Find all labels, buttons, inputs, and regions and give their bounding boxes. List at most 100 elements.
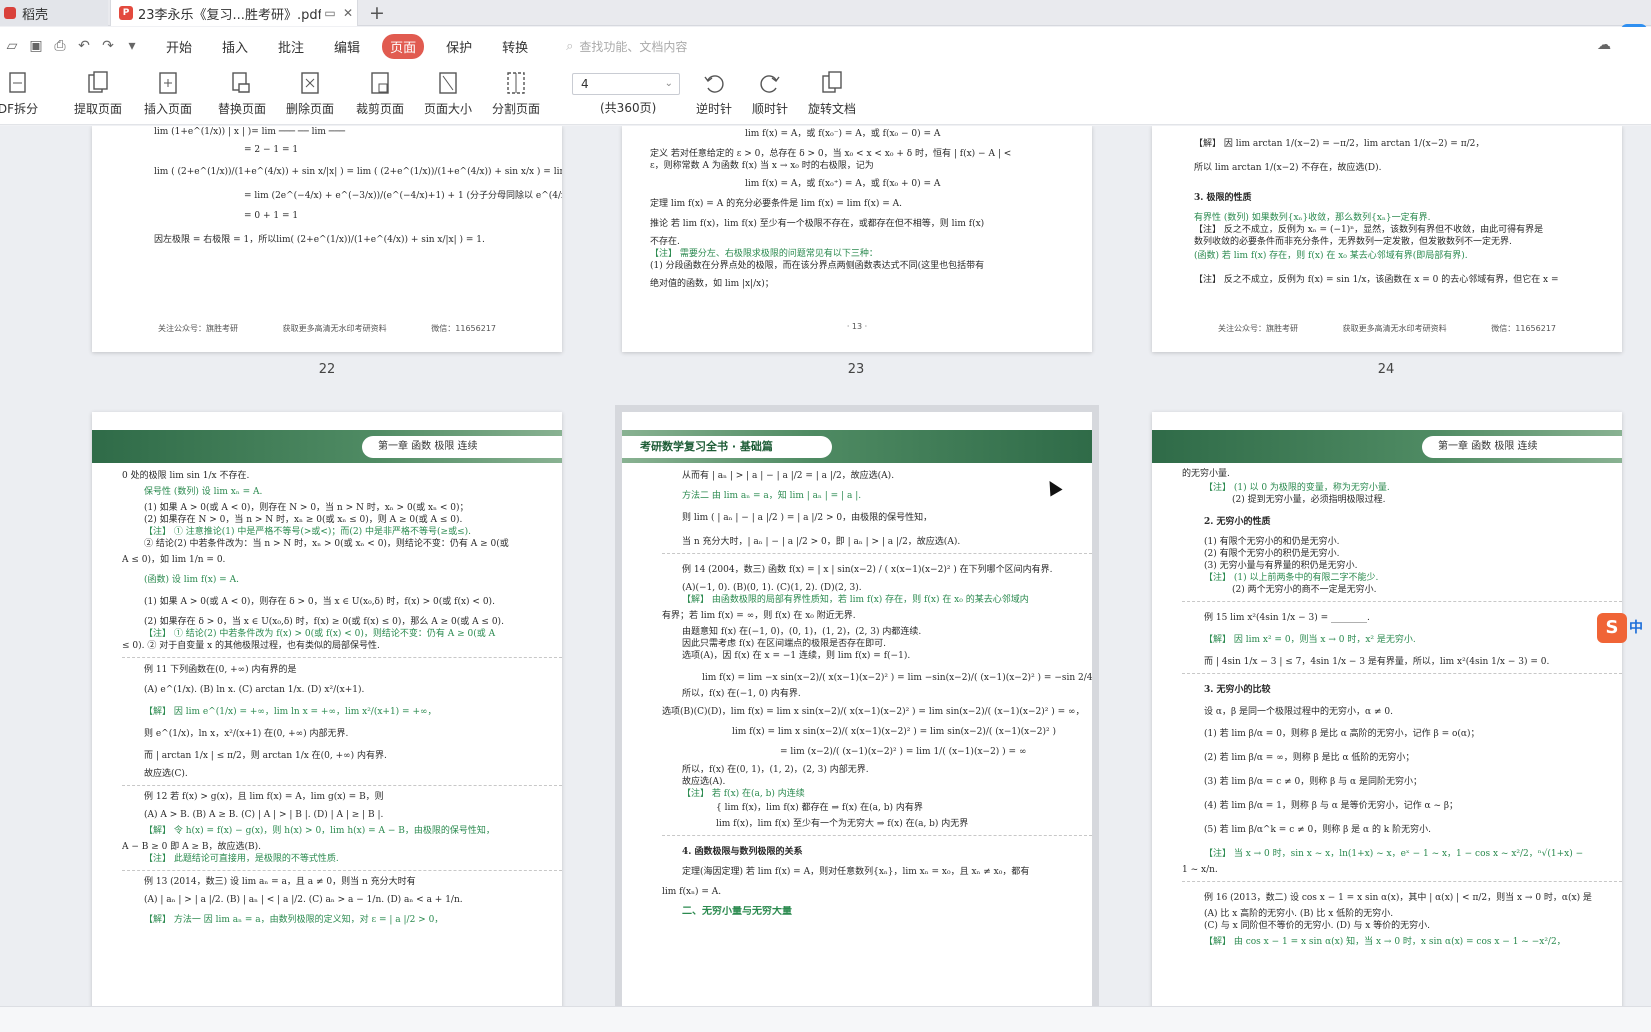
save-icon[interactable]: ▣	[24, 38, 48, 54]
footer-page-number: · 13 ·	[846, 322, 868, 331]
text-line: 【注】 ① 结论(2) 中若条件改为 f(x) > 0(或 f(x) < 0)，…	[144, 629, 496, 639]
text-line: lim f(xₙ) = A.	[662, 887, 722, 897]
text-line: { lim f(x)，lim f(x) 都存在 ⇒ f(x) 在(a, b) 内…	[716, 803, 923, 813]
new-tab-button[interactable]: +	[366, 0, 388, 26]
book-title-tab: 考研数学复习全书 · 基础篇	[622, 436, 832, 458]
text-line: 有界性 (数列) 如果数列{xₙ}收敛，那么数列{xₙ}一定有界.	[1194, 213, 1431, 223]
text-line: 而 | 4sin 1/x − 3 | ≤ 7，4sin 1/x − 3 是有界量…	[1204, 657, 1550, 667]
print-icon[interactable]: ⎙	[48, 38, 72, 54]
text-line: 定理(海因定理) 若 lim f(x) = A，则对任意数列{xₙ}，lim x…	[682, 867, 1030, 877]
cloud-outline-icon[interactable]: ☁	[1597, 37, 1611, 53]
page-number-select[interactable]: 4 ⌄	[572, 73, 680, 95]
crop-page-icon	[367, 69, 393, 97]
footer-text: 获取更多高清无水印考研资料	[282, 324, 387, 333]
text-line: 所以 lim arctan 1/(x−2) 不存在，故应选(D).	[1194, 163, 1382, 173]
book-title-text: 考研数学复习全书 · 基础篇	[640, 440, 773, 453]
page-27-text: 的无穷小量. 【注】 (1) 以 0 为极限的变量，称为无穷小量. (2) 提到…	[1182, 468, 1622, 948]
crop-page-button[interactable]: 裁剪页面	[354, 69, 406, 121]
page-number-label: 22	[318, 362, 336, 377]
page-thumbnail-26[interactable]: 考研数学复习全书 · 基础篇 从而有 | aₙ | > | a | − | a …	[622, 412, 1092, 1006]
rotate-document-button[interactable]: 旋转文档	[804, 69, 860, 121]
page-number-value: 4	[581, 77, 589, 91]
text-line: lim ( (2+e^(1/x))/(1+e^(4/x)) + sin x/|x…	[154, 167, 562, 177]
menu-start[interactable]: 开始	[158, 34, 200, 59]
page-thumbnail-22[interactable]: lim (1+e^(1/x)) | x | )= lim ─── ── lim …	[92, 126, 562, 352]
split-page-icon	[503, 69, 529, 97]
tab-document-title: 23李永乐《复习...胜考研》.pdf	[138, 7, 321, 23]
text-line: 【注】 (1) 以 0 为极限的变量，称为无穷小量.	[1204, 483, 1390, 493]
section-heading: 二、无穷小量与无穷大量	[682, 906, 792, 917]
search-icon: ⌕	[566, 38, 574, 54]
chapter-title-tab: 第一章 函数 极限 连续	[1422, 436, 1622, 458]
text-line: lim f(x) = A，或 f(x₀⁻) = A，或 f(x₀ − 0) = …	[745, 129, 941, 139]
search-placeholder: 查找功能、文档内容	[579, 39, 688, 54]
tab-close-icon[interactable]: ✕	[339, 6, 357, 20]
text-line: 当 n 充分大时，| aₙ | − | a |/2 > 0，即 | aₙ | >…	[682, 537, 961, 547]
split-page-button[interactable]: 分割页面	[490, 69, 542, 121]
ime-chinese-mode[interactable]: 中	[1629, 617, 1643, 637]
text-line: (3) 若 lim β/α = c ≠ 0，则称 β 与 α 是同阶无穷小；	[1204, 777, 1422, 787]
text-line: 有界；若 lim f(x) = ∞，则 f(x) 在 x₀ 附近无界.	[662, 611, 856, 621]
text-line: 【解】 由函数极限的局部有界性质知，若 lim f(x) 存在，则 f(x) 在…	[682, 595, 1029, 605]
document-view[interactable]: lim (1+e^(1/x)) | x | )= lim ─── ── lim …	[0, 126, 1651, 1006]
text-line: 【注】 需要分左、右极限求极限的问题常见有以下三种：	[650, 249, 878, 259]
text-line: lim f(x)，lim f(x) 至少有一个为无穷大 ⇒ f(x) 在(a, …	[716, 819, 969, 829]
tab-document[interactable]: P 23李永乐《复习...胜考研》.pdf ▭ ✕	[110, 0, 358, 26]
ime-s-icon[interactable]: S	[1597, 613, 1627, 643]
more-dropdown-icon[interactable]: ▾	[120, 38, 144, 54]
menu-bar: ▱ ▣ ⎙ ↶ ↷ ▾ 开始 插入 批注 编辑 页面 保护 转换 ⌕ 查找功能、…	[0, 27, 1651, 65]
undo-icon[interactable]: ↶	[72, 38, 96, 54]
text-line: A − B ≥ 0 即 A ≥ B，故应选(B).	[122, 842, 261, 852]
text-line: lim f(x) = lim x sin(x−2)/( x(x−1)(x−2)²…	[732, 727, 1056, 737]
text-line: 【解】 方法一 因 lim aₙ = a，由数列极限的定义知，对 ε = | a…	[144, 915, 444, 925]
page-24-text: 【解】 因 lim arctan 1/(x−2) = −π/2，lim arct…	[1194, 138, 1622, 286]
page-thumbnail-24[interactable]: 【解】 因 lim arctan 1/(x−2) = −π/2，lim arct…	[1152, 126, 1622, 352]
split-pdf-icon	[5, 69, 31, 97]
menu-annotate[interactable]: 批注	[270, 34, 312, 59]
chapter-title-tab: 第一章 函数 极限 连续	[362, 436, 562, 458]
page-thumbnail-23[interactable]: lim f(x) = A，或 f(x₀⁻) = A，或 f(x₀ − 0) = …	[622, 126, 1092, 352]
section-heading: 2. 无穷小的性质	[1204, 517, 1271, 527]
text-line: (1) 有限个无穷小的和仍是无穷小.	[1204, 537, 1340, 547]
page-number-label: 24	[1377, 362, 1395, 377]
page-thumbnail-27[interactable]: 第一章 函数 极限 连续 的无穷小量. 【注】 (1) 以 0 为极限的变量，称…	[1152, 412, 1622, 1006]
rotate-left-button[interactable]: 逆时针	[692, 69, 736, 121]
text-line: 不存在.	[650, 237, 680, 247]
delete-page-button[interactable]: 删除页面	[284, 69, 336, 121]
text-line: (A) 比 x 高阶的无穷小. (B) 比 x 低阶的无穷小.	[1204, 909, 1394, 919]
menu-page[interactable]: 页面	[382, 33, 425, 59]
rotate-right-button[interactable]: 顺时针	[748, 69, 792, 121]
text-line: = 0 + 1 = 1	[244, 211, 299, 221]
replace-page-button[interactable]: 替换页面	[216, 69, 268, 121]
replace-page-icon	[229, 69, 255, 97]
page-thumbnail-25[interactable]: 第一章 函数 极限 连续 0 处的极限 lim sin 1/x 不存在. 保号性…	[92, 412, 562, 1006]
menu-protect[interactable]: 保护	[438, 34, 480, 59]
divider	[1182, 673, 1622, 674]
footer-text: 关注公众号：旗胜考研	[1218, 324, 1298, 333]
text-line: (2) 如果存在 δ > 0，当 x ∈ U(x₀,δ) 时，f(x) ≥ 0(…	[144, 617, 504, 627]
text-line: (2) 有限个无穷小的积仍是无穷小.	[1204, 549, 1340, 559]
redo-icon[interactable]: ↷	[96, 38, 120, 54]
tab-monitor-icon[interactable]: ▭	[321, 6, 339, 20]
text-line: 因左极限 = 右极限 = 1，所以lim( (2+e^(1/x))/(1+e^(…	[154, 235, 485, 245]
page-size-button[interactable]: 页面大小	[422, 69, 474, 121]
text-line: 【注】 当 x → 0 时，sin x ~ x，ln(1+x) ~ x，eˣ −…	[1204, 849, 1584, 859]
tab-home[interactable]: 稻壳	[0, 0, 108, 26]
text-line: 定理 lim f(x) = A 的充分必要条件是 lim f(x) = lim …	[650, 199, 902, 209]
delete-page-icon	[297, 69, 323, 97]
text-line: 【解】 因 lim x² = 0，则当 x → 0 时，x² 是无穷小.	[1204, 635, 1416, 645]
menu-convert[interactable]: 转换	[494, 34, 536, 59]
insert-page-button[interactable]: 插入页面	[138, 69, 198, 121]
chevron-down-icon: ⌄	[664, 78, 673, 89]
menu-edit[interactable]: 编辑	[326, 34, 368, 59]
extract-page-button[interactable]: 提取页面	[72, 69, 124, 121]
text-line: 故应选(C).	[144, 769, 188, 779]
rotate-cw-icon	[757, 69, 783, 97]
split-pdf-button[interactable]: DF拆分	[0, 69, 38, 121]
menu-insert[interactable]: 插入	[214, 34, 256, 59]
text-line: = lim (2e^(−4/x) + e^(−3/x))/(e^(−4/x)+1…	[244, 191, 562, 201]
search-box[interactable]: ⌕ 查找功能、文档内容	[566, 38, 687, 55]
page-26-text: 从而有 | aₙ | > | a | − | a |/2 = | a |/2，故…	[662, 470, 1092, 918]
text-line: 选项(A)，因 f(x) 在 x = −1 连续，则 lim f(x) = f(…	[682, 651, 911, 661]
open-folder-icon[interactable]: ▱	[0, 38, 24, 54]
